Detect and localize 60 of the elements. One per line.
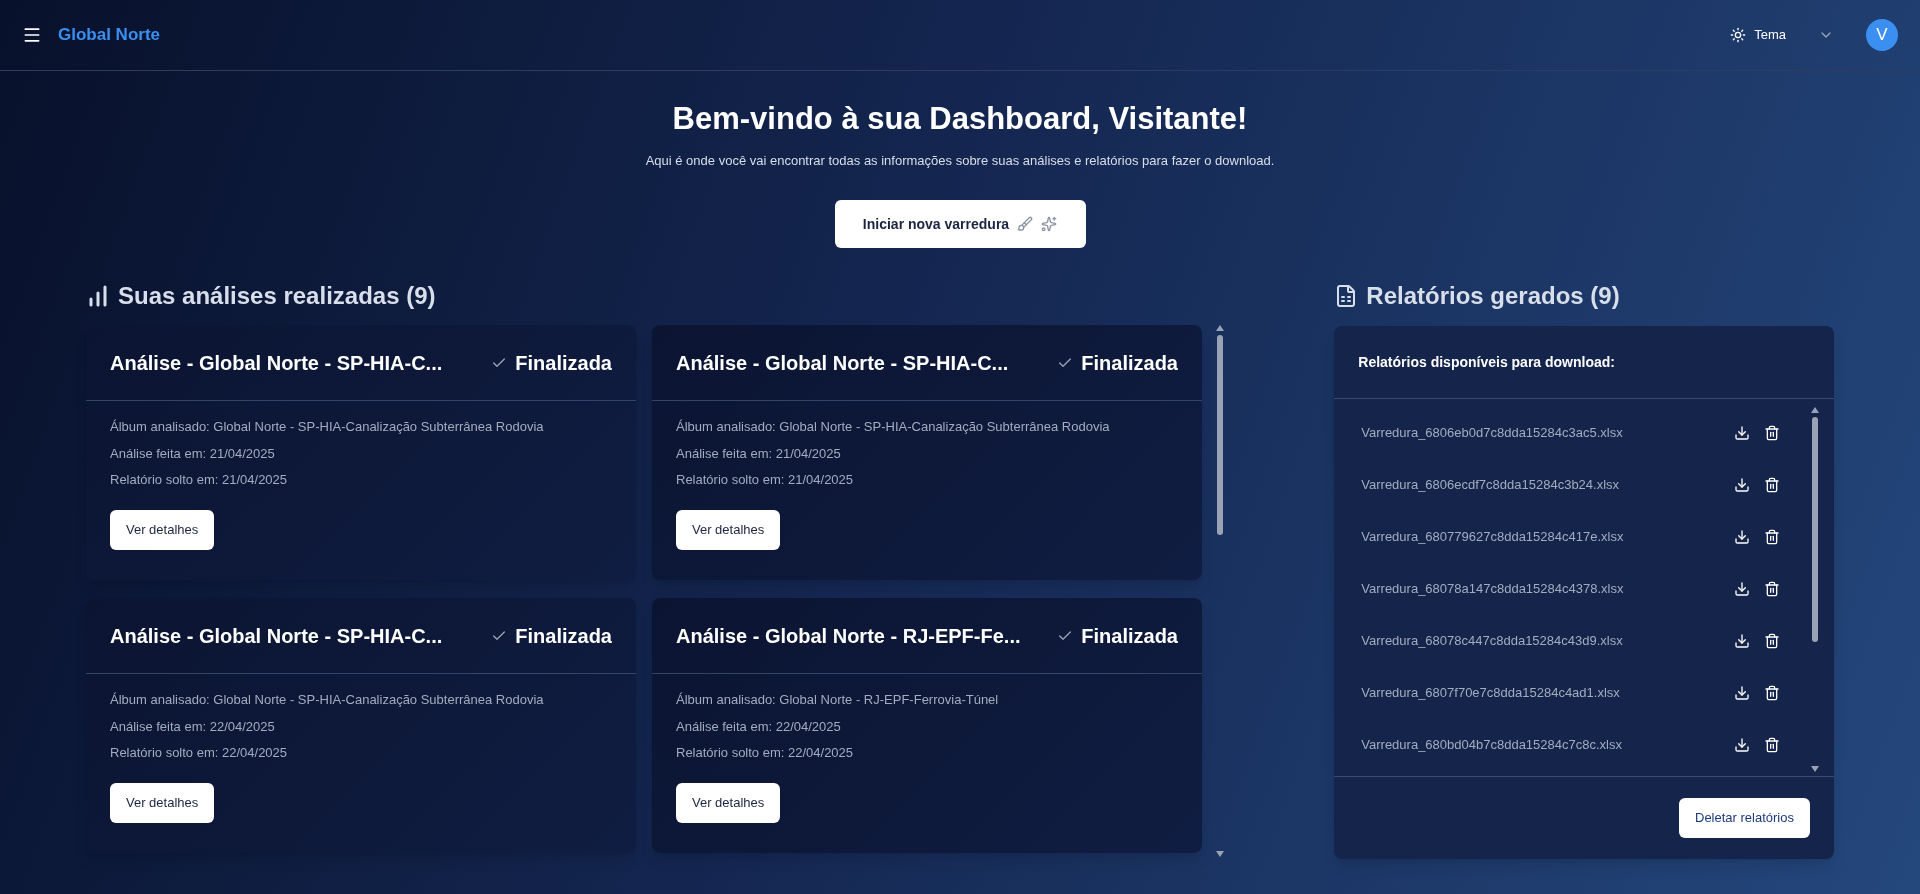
report-filename: Varredura_6807f70e7c8dda15284c4ad1.xlsx bbox=[1361, 684, 1620, 703]
report-filename: Varredura_6806ecdf7c8dda15284c3b24.xlsx bbox=[1361, 476, 1620, 495]
welcome-title: Bem-vindo à sua Dashboard, Visitante! bbox=[672, 100, 1248, 138]
delete-icon[interactable] bbox=[1764, 477, 1780, 493]
theme-selector[interactable]: Tema bbox=[1730, 25, 1834, 45]
album-text: Álbum analisado: Global Norte - SP-HIA-Canalização Subterrânea Rodovia bbox=[110, 691, 545, 709]
report-filename: Varredura_6806eb0d7c8dda15284c3ac5.xlsx bbox=[1361, 424, 1623, 443]
status-text: Finalizada bbox=[515, 350, 612, 376]
analysis-title: Análise - Global Norte - SP-HIA-C... bbox=[110, 350, 443, 376]
download-icon[interactable] bbox=[1734, 529, 1750, 545]
download-icon[interactable] bbox=[1734, 685, 1750, 701]
download-icon[interactable] bbox=[1734, 425, 1750, 441]
delete-reports-button[interactable]: Deletar relatórios bbox=[1679, 798, 1810, 838]
details-button[interactable]: Ver detalhes bbox=[676, 782, 781, 823]
delete-icon[interactable] bbox=[1764, 633, 1780, 649]
scrollbar[interactable] bbox=[1215, 325, 1225, 857]
album-text: Álbum analisado: Global Norte - RJ-EPF-Ferrovia-Túnel bbox=[676, 691, 1000, 709]
panel-title: Relatórios disponíveis para download: bbox=[1358, 352, 1615, 372]
welcome-subtitle: Aqui é onde você vai encontrar todas as informações sobre suas análises e relatórios para fazer o download. bbox=[645, 151, 1275, 170]
report-date: Relatório solto em: 21/04/2025 bbox=[110, 471, 289, 489]
album-text: Álbum analisado: Global Norte - SP-HIA-Canalização Subterrânea Rodovia bbox=[110, 418, 545, 436]
report-filename: Varredura_68078a147c8dda15284c4378.xlsx bbox=[1361, 580, 1624, 599]
section-heading: Relatórios gerados (9) bbox=[1366, 281, 1620, 311]
sparkles-icon bbox=[1041, 216, 1058, 232]
analysis-date: Análise feita em: 21/04/2025 bbox=[110, 444, 276, 463]
delete-icon[interactable] bbox=[1764, 685, 1780, 701]
analysis-date: Análise feita em: 22/04/2025 bbox=[110, 717, 276, 736]
report-date: Relatório solto em: 21/04/2025 bbox=[676, 471, 855, 489]
brush-icon bbox=[1017, 216, 1034, 232]
report-filename: Varredura_68078c447c8dda15284c43d9.xlsx bbox=[1361, 632, 1623, 651]
analysis-date: Análise feita em: 21/04/2025 bbox=[676, 444, 842, 463]
details-button[interactable]: Ver detalhes bbox=[110, 782, 215, 823]
new-scan-button[interactable]: Iniciar nova varredura bbox=[834, 200, 1086, 248]
report-date: Relatório solto em: 22/04/2025 bbox=[676, 744, 855, 762]
details-button[interactable]: Ver detalhes bbox=[676, 509, 781, 550]
delete-icon[interactable] bbox=[1764, 581, 1780, 597]
brand-name[interactable]: Global Norte bbox=[58, 22, 160, 48]
report-filename: Varredura_680bd04b7c8dda15284c7c8c.xlsx bbox=[1361, 736, 1622, 755]
delete-icon[interactable] bbox=[1764, 737, 1780, 753]
details-button[interactable]: Ver detalhes bbox=[110, 509, 215, 550]
menu-icon[interactable] bbox=[22, 25, 42, 45]
status-text: Finalizada bbox=[1081, 350, 1178, 376]
section-heading: Suas análises realizadas (9) bbox=[118, 281, 436, 311]
download-icon[interactable] bbox=[1734, 477, 1750, 493]
analysis-date: Análise feita em: 22/04/2025 bbox=[676, 717, 842, 736]
analysis-title: Análise - Global Norte - RJ-EPF-Fe... bbox=[676, 623, 1021, 649]
report-filename: Varredura_680779627c8dda15284c417e.xlsx bbox=[1361, 528, 1624, 547]
status-text: Finalizada bbox=[1081, 623, 1178, 649]
analysis-title: Análise - Global Norte - SP-HIA-C... bbox=[110, 623, 443, 649]
status-text: Finalizada bbox=[515, 623, 612, 649]
download-icon[interactable] bbox=[1734, 581, 1750, 597]
album-text: Álbum analisado: Global Norte - SP-HIA-Canalização Subterrânea Rodovia bbox=[676, 418, 1111, 436]
sun-icon bbox=[1730, 27, 1747, 43]
download-icon[interactable] bbox=[1734, 737, 1750, 753]
analysis-title: Análise - Global Norte - SP-HIA-C... bbox=[676, 350, 1009, 376]
report-date: Relatório solto em: 22/04/2025 bbox=[110, 744, 289, 762]
download-icon[interactable] bbox=[1734, 633, 1750, 649]
delete-icon[interactable] bbox=[1764, 425, 1780, 441]
scrollbar[interactable] bbox=[1810, 407, 1820, 772]
delete-icon[interactable] bbox=[1764, 529, 1780, 545]
